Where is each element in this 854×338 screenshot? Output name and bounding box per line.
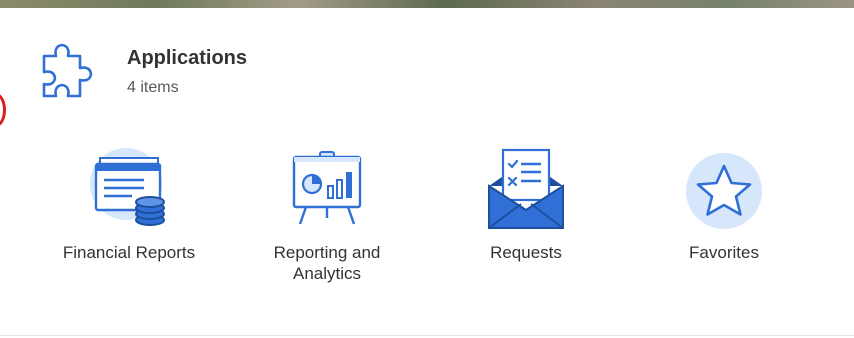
favorites-star-icon (679, 146, 769, 236)
section-title: Applications (127, 47, 248, 69)
header-photo-strip (0, 0, 854, 8)
app-tile-financial-reports[interactable]: Financial Reports (34, 140, 224, 290)
app-tile-reporting-analytics[interactable]: Reporting and Analytics (232, 140, 422, 290)
app-label-reporting-analytics: Reporting and Analytics (273, 243, 381, 283)
app-tile-requests[interactable]: Requests (431, 140, 621, 290)
section-item-count: 4 items (127, 79, 179, 96)
app-label-financial-reports: Financial Reports (62, 243, 196, 262)
app-label-requests: Requests (490, 243, 562, 262)
reporting-analytics-icon (282, 146, 372, 236)
financial-reports-icon (84, 146, 174, 236)
puzzle-piece-icon (38, 40, 100, 102)
requests-envelope-icon (481, 146, 571, 236)
app-label-favorites: Favorites (689, 243, 759, 262)
app-tile-favorites[interactable]: Favorites (629, 140, 819, 290)
card-divider (0, 335, 854, 336)
